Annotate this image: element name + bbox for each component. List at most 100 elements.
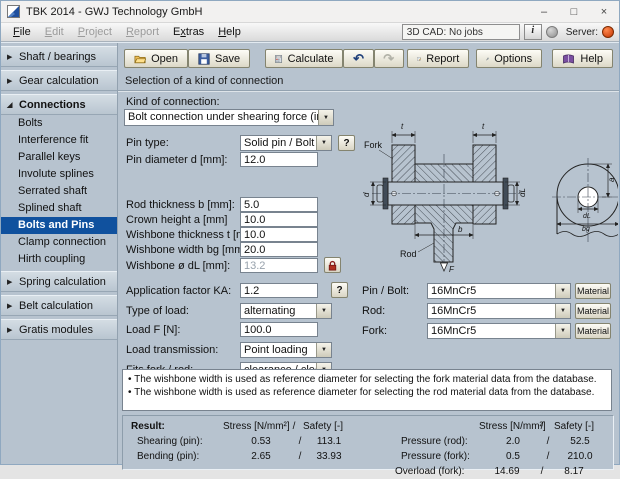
application-factor-help-button[interactable]: ? bbox=[331, 282, 348, 298]
sep: / bbox=[287, 421, 301, 432]
wishbone-width-input[interactable] bbox=[240, 242, 318, 257]
type-of-load-value: alternating bbox=[241, 304, 316, 318]
dim-dl-left-view: dL bbox=[518, 188, 527, 197]
help-button[interactable]: Help bbox=[552, 49, 613, 68]
wishbone-diameter-input bbox=[240, 258, 318, 273]
load-label: Load F [N]: bbox=[126, 324, 180, 336]
sidebar-group-gratis-modules[interactable]: ▶ Gratis modules bbox=[1, 319, 117, 340]
type-of-load-select[interactable]: alternating ▼ bbox=[240, 303, 332, 319]
sep: / bbox=[535, 421, 549, 432]
undo-button[interactable]: ↶ bbox=[343, 49, 373, 68]
pin-diameter-input[interactable] bbox=[240, 152, 318, 167]
wishbone-diameter-label: Wishbone ø dL [mm]: bbox=[126, 260, 230, 272]
chevron-right-icon: ▶ bbox=[7, 278, 14, 286]
dim-b: b bbox=[458, 225, 463, 234]
application-factor-input[interactable] bbox=[240, 283, 318, 298]
fork-material-button[interactable]: Material bbox=[575, 323, 611, 339]
sidebar-group-label: Gratis modules bbox=[19, 324, 93, 336]
result-stress: 2.65 bbox=[229, 451, 293, 462]
crown-height-input[interactable] bbox=[240, 212, 318, 227]
sidebar-item-bolts[interactable]: Bolts bbox=[1, 115, 117, 132]
dim-a: a bbox=[607, 177, 616, 182]
dim-d: d bbox=[362, 192, 371, 197]
minimize-button[interactable]: – bbox=[529, 1, 559, 22]
rod-diagram-label: Rod bbox=[400, 249, 417, 259]
sidebar-item-involute-splines[interactable]: Involute splines bbox=[1, 166, 117, 183]
info-button[interactable]: i bbox=[524, 24, 542, 40]
pin-bolt-material-label: Pin / Bolt: bbox=[362, 285, 409, 297]
sidebar-item-parallel-keys[interactable]: Parallel keys bbox=[1, 149, 117, 166]
lock-icon bbox=[327, 260, 338, 271]
application-factor-label: Application factor KA: bbox=[126, 285, 231, 297]
notes-box: • The wishbone width is used as referenc… bbox=[122, 369, 612, 411]
close-button[interactable]: × bbox=[589, 1, 619, 22]
chevron-down-icon[interactable]: ▼ bbox=[318, 110, 333, 125]
cad-status-text: 3D CAD: No jobs bbox=[407, 27, 483, 38]
pin-diameter-label: Pin diameter d [mm]: bbox=[126, 154, 227, 166]
pin-bolt-material-button[interactable]: Material bbox=[575, 283, 611, 299]
chevron-expanded-icon: ◢ bbox=[7, 101, 14, 109]
sidebar-item-serrated-shaft[interactable]: Serrated shaft bbox=[1, 183, 117, 200]
sidebar-item-bolts-and-pins[interactable]: Bolts and Pins bbox=[1, 217, 117, 234]
sidebar-item-hirth-coupling[interactable]: Hirth coupling bbox=[1, 251, 117, 268]
sidebar-group-belt-calculation[interactable]: ▶ Belt calculation bbox=[1, 295, 117, 316]
save-button[interactable]: Save bbox=[188, 49, 250, 68]
app-logo-icon bbox=[7, 5, 20, 18]
chevron-down-icon[interactable]: ▼ bbox=[316, 136, 331, 150]
maximize-button[interactable]: □ bbox=[559, 1, 589, 22]
safety-header-left: Safety [-] bbox=[301, 421, 345, 432]
redo-button[interactable]: ↷ bbox=[374, 49, 404, 68]
sidebar-item-interference-fit[interactable]: Interference fit bbox=[1, 132, 117, 149]
calculator-icon bbox=[275, 53, 282, 65]
result-safety: 33.93 bbox=[307, 451, 351, 462]
form-content: Kind of connection: Bolt connection unde… bbox=[118, 91, 619, 464]
menu-help[interactable]: Help bbox=[211, 25, 248, 39]
sidebar-group-shaft-bearings[interactable]: ▶ Shaft / bearings bbox=[1, 46, 117, 67]
options-button[interactable]: Options bbox=[476, 49, 542, 68]
fork-material-select[interactable]: 16MnCr5 ▼ bbox=[427, 323, 571, 339]
rod-material-select[interactable]: 16MnCr5 ▼ bbox=[427, 303, 571, 319]
pin-type-value: Solid pin / Bolt bbox=[241, 136, 316, 150]
chevron-right-icon: ▶ bbox=[7, 77, 14, 85]
options-label: Options bbox=[494, 53, 532, 65]
chevron-down-icon[interactable]: ▼ bbox=[555, 284, 570, 298]
chevron-down-icon[interactable]: ▼ bbox=[316, 304, 331, 318]
cad-status-led bbox=[546, 26, 558, 38]
sidebar-item-clamp-connection[interactable]: Clamp connection bbox=[1, 234, 117, 251]
chevron-down-icon[interactable]: ▼ bbox=[555, 324, 570, 338]
kind-of-connection-value: Bolt connection under shearing force (in… bbox=[125, 110, 318, 125]
pin-type-select[interactable]: Solid pin / Bolt ▼ bbox=[240, 135, 332, 151]
pin-bolt-material-value: 16MnCr5 bbox=[428, 284, 555, 298]
load-transmission-select[interactable]: Point loading ▼ bbox=[240, 342, 332, 358]
fork-diagram-label: Fork bbox=[364, 140, 383, 150]
calculate-button[interactable]: Calculate bbox=[265, 49, 343, 68]
sidebar: ▶ Shaft / bearings ▶ Gear calculation ◢ … bbox=[1, 43, 118, 464]
menu-extras[interactable]: Extras bbox=[166, 25, 211, 39]
wishbone-diameter-lock-button[interactable] bbox=[324, 257, 341, 273]
open-button[interactable]: Open bbox=[124, 49, 188, 68]
sidebar-item-splined-shaft[interactable]: Splined shaft bbox=[1, 200, 117, 217]
report-button[interactable]: Report bbox=[407, 49, 469, 68]
menu-report: Report bbox=[119, 25, 166, 39]
load-input[interactable] bbox=[240, 322, 318, 337]
chevron-down-icon[interactable]: ▼ bbox=[316, 343, 331, 357]
sidebar-group-connections[interactable]: ◢ Connections bbox=[1, 94, 117, 115]
chevron-down-icon[interactable]: ▼ bbox=[555, 304, 570, 318]
sidebar-group-gear-calculation[interactable]: ▶ Gear calculation bbox=[1, 70, 117, 91]
pin-type-help-button[interactable]: ? bbox=[338, 135, 355, 151]
dim-f: F bbox=[449, 265, 455, 273]
wishbone-thickness-input[interactable] bbox=[240, 227, 318, 242]
server-label: Server: bbox=[566, 27, 598, 38]
rod-material-value: 16MnCr5 bbox=[428, 304, 555, 318]
rod-thickness-input[interactable] bbox=[240, 197, 318, 212]
redo-icon: ↷ bbox=[383, 52, 394, 65]
main-panel: Open Save bbox=[118, 43, 619, 464]
kind-of-connection-select[interactable]: Bolt connection under shearing force (in… bbox=[124, 109, 334, 126]
result-stress: 0.53 bbox=[229, 436, 293, 447]
pin-bolt-material-select[interactable]: 16MnCr5 ▼ bbox=[427, 283, 571, 299]
rod-material-button[interactable]: Material bbox=[575, 303, 611, 319]
menu-file[interactable]: File bbox=[6, 25, 38, 39]
result-stress: 0.5 bbox=[485, 451, 541, 462]
toolbar: Open Save bbox=[118, 43, 619, 73]
sidebar-group-spring-calculation[interactable]: ▶ Spring calculation bbox=[1, 271, 117, 292]
